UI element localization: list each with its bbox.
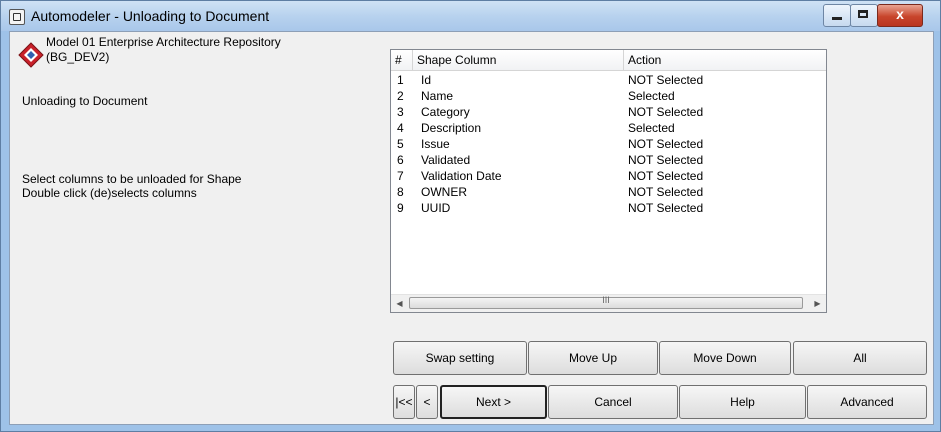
row-shape-column: Validated: [421, 153, 471, 167]
app-window-icon[interactable]: [9, 9, 25, 25]
minimize-button[interactable]: [823, 4, 851, 27]
list-row[interactable]: 4 Description Selected: [391, 120, 826, 136]
dialog-body: Model 01 Enterprise Architecture Reposit…: [9, 31, 934, 425]
list-row[interactable]: 6 Validated NOT Selected: [391, 152, 826, 168]
previous-button[interactable]: <: [416, 385, 438, 419]
row-shape-column: Id: [421, 73, 432, 87]
repository-name: Model 01 Enterprise Architecture Reposit…: [46, 35, 346, 65]
column-header-shape-column[interactable]: Shape Column: [413, 50, 624, 70]
scrollbar-grip-icon: III: [602, 295, 610, 305]
title-bar[interactable]: Automodeler - Unloading to Document x: [1, 1, 940, 31]
row-shape-column: Name: [421, 89, 454, 103]
row-action: NOT Selected: [628, 169, 704, 183]
instructions-line1: Select columns to be unloaded for Shape: [22, 172, 242, 186]
list-row[interactable]: 2 Name Selected: [391, 88, 826, 104]
horizontal-scrollbar[interactable]: ◀ III ▶: [391, 294, 826, 312]
maximize-icon: [858, 10, 868, 18]
row-number: 9: [397, 201, 404, 215]
row-action: NOT Selected: [628, 73, 704, 87]
list-header: # Shape Column Action: [391, 50, 826, 71]
row-action: NOT Selected: [628, 137, 704, 151]
advanced-button[interactable]: Advanced: [807, 385, 927, 419]
row-action: Selected: [628, 89, 675, 103]
scroll-right-icon[interactable]: ▶: [809, 295, 826, 312]
close-icon: x: [896, 6, 904, 22]
row-action: NOT Selected: [628, 153, 704, 167]
row-action: NOT Selected: [628, 185, 704, 199]
row-shape-column: Description: [421, 121, 482, 135]
row-shape-column: UUID: [421, 201, 451, 215]
list-row[interactable]: 7 Validation Date NOT Selected: [391, 168, 826, 184]
help-button[interactable]: Help: [679, 385, 806, 419]
instructions-text: Select columns to be unloaded for Shape …: [22, 172, 241, 200]
cancel-button[interactable]: Cancel: [548, 385, 678, 419]
repository-logo-icon: [18, 42, 44, 68]
row-number: 3: [397, 105, 404, 119]
row-number: 1: [397, 73, 404, 87]
list-row[interactable]: 1 Id NOT Selected: [391, 72, 826, 88]
list-row[interactable]: 5 Issue NOT Selected: [391, 136, 826, 152]
column-header-action[interactable]: Action: [624, 50, 826, 70]
shape-columns-list[interactable]: # Shape Column Action 1 Id NOT Selected 2 N…: [390, 49, 827, 313]
row-number: 8: [397, 185, 404, 199]
list-row[interactable]: 8 OWNER NOT Selected: [391, 184, 826, 200]
instructions-line2: Double click (de)selects columns: [22, 186, 197, 200]
row-number: 4: [397, 121, 404, 135]
select-all-button[interactable]: All: [793, 341, 927, 375]
first-page-button[interactable]: |<<: [393, 385, 415, 419]
row-action: Selected: [628, 121, 675, 135]
row-action: NOT Selected: [628, 105, 704, 119]
minimize-icon: [832, 17, 842, 20]
column-header-number[interactable]: #: [391, 50, 413, 70]
subtitle-label: Unloading to Document: [22, 94, 148, 108]
move-down-button[interactable]: Move Down: [659, 341, 791, 375]
scrollbar-thumb[interactable]: III: [409, 295, 803, 309]
swap-setting-button[interactable]: Swap setting: [393, 341, 527, 375]
list-row[interactable]: 9 UUID NOT Selected: [391, 200, 826, 216]
row-shape-column: Issue: [421, 137, 450, 151]
maximize-button[interactable]: [850, 4, 878, 27]
list-rows: 1 Id NOT Selected 2 Name Selected 3 Category N…: [391, 72, 826, 216]
row-action: NOT Selected: [628, 201, 704, 215]
row-shape-column: Category: [421, 105, 470, 119]
row-number: 7: [397, 169, 404, 183]
row-number: 2: [397, 89, 404, 103]
app-window: Automodeler - Unloading to Document x Mo…: [0, 0, 941, 432]
repository-name-line1: Model 01 Enterprise Architecture Reposit…: [46, 35, 281, 49]
row-number: 6: [397, 153, 404, 167]
row-shape-column: OWNER: [421, 185, 467, 199]
list-row[interactable]: 3 Category NOT Selected: [391, 104, 826, 120]
scroll-left-icon[interactable]: ◀: [391, 295, 408, 312]
row-number: 5: [397, 137, 404, 151]
row-shape-column: Validation Date: [421, 169, 502, 183]
repository-name-line2: (BG_DEV2): [46, 50, 110, 64]
move-up-button[interactable]: Move Up: [528, 341, 658, 375]
close-button[interactable]: x: [877, 4, 923, 27]
window-title: Automodeler - Unloading to Document: [31, 8, 270, 24]
next-button[interactable]: Next >: [440, 385, 547, 419]
